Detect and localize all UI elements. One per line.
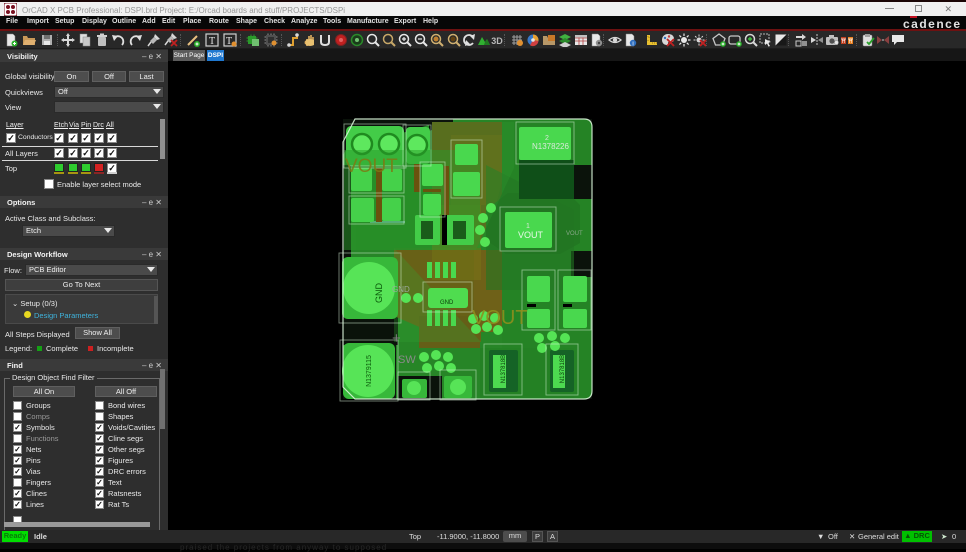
svg-text:VOUT: VOUT [345, 156, 398, 177]
svg-text:T: T [209, 36, 215, 47]
svg-text:i: i [632, 42, 633, 48]
svg-text:GND: GND [374, 283, 384, 304]
svg-text:T: T [226, 36, 232, 47]
svg-text:+: + [392, 330, 401, 347]
svg-text:GND: GND [440, 300, 454, 306]
svg-text:VOUT: VOUT [518, 230, 544, 240]
svg-text:N1379115: N1379115 [366, 355, 373, 387]
svg-text:VOUT: VOUT [566, 231, 583, 237]
svg-text:GND: GND [392, 285, 410, 294]
svg-text:3D: 3D [491, 36, 503, 46]
svg-text:N1378226: N1378226 [532, 142, 569, 151]
svg-text:N137818B: N137818B [560, 355, 566, 383]
svg-text:SW: SW [398, 354, 416, 366]
svg-text:2: 2 [545, 135, 549, 142]
svg-text:N137818B: N137818B [501, 355, 507, 383]
svg-text:VOUT: VOUT [472, 307, 528, 329]
svg-text:H: H [849, 39, 853, 45]
svg-text:1: 1 [526, 223, 530, 230]
svg-text:H: H [842, 39, 846, 45]
